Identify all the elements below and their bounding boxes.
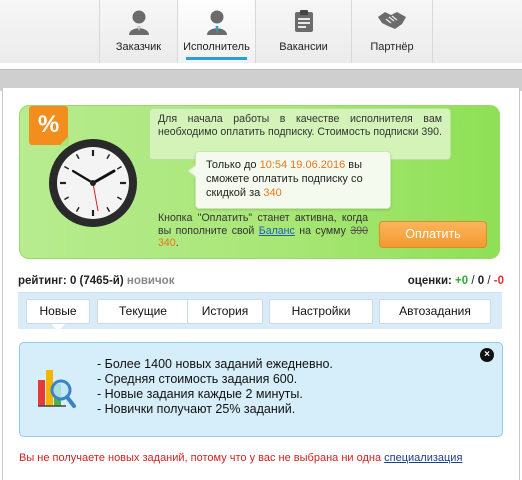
list-item: - Новички получают 25% заданий. [97,402,296,416]
clock-icon [48,138,138,231]
nav-tab-customer[interactable]: Заказчик [99,0,177,63]
subtab-new[interactable]: Новые [26,299,90,331]
subtab-settings[interactable]: Настройки [269,299,373,324]
offer-price: 340 [263,187,282,199]
active-tab-underline [186,57,247,60]
scores-label: оценки: [407,275,452,287]
warning-text: Вы не получаете новых заданий, потому чт… [19,452,385,464]
rating-status: новичок [126,275,175,287]
rating-line: рейтинг: 0 (7465-й) новичок [18,275,174,287]
list-item: - Средняя стоимость задания 600. [97,372,298,386]
nav-tabs: Заказчик Исполнитель Вакансии Партнёр [99,0,433,63]
nav-tab-label: Партнёр [370,41,414,53]
subtab-autotasks[interactable]: Автозадания [379,299,491,324]
balance-link[interactable]: Баланс [259,225,295,237]
customer-user-icon [127,9,151,38]
scores-positive: +0 [455,275,469,287]
nav-tab-label: Заказчик [115,41,162,53]
nav-tab-vacancies[interactable]: Вакансии [255,0,351,63]
partner-handshake-icon [377,9,407,34]
specialization-link[interactable]: специализация [384,452,462,464]
task-subtabs: Новые Текущие История Настройки Автозада… [18,292,502,331]
subtab-current[interactable]: Текущие [97,299,189,324]
benefits-list: - Более 1400 новых заданий ежедневно. - … [97,357,333,417]
scores-separator: / [468,275,478,287]
nav-tab-performer[interactable]: Исполнитель [177,0,255,63]
nav-tab-label: Вакансии [279,41,328,53]
performer-user-icon [205,9,229,38]
new-price: 340 [158,237,176,249]
vacancies-clipboard-icon [293,9,315,36]
pay-note-middle: на сумму [294,224,351,237]
pay-note-suffix: . [175,237,179,249]
subtab-history[interactable]: История [187,299,263,324]
nav-tab-label: Исполнитель [183,41,250,53]
offer-deadline: 10:54 19.06.2016 [259,159,346,171]
bar-chart-magnifier-icon [36,362,76,415]
close-icon[interactable]: × [480,348,494,362]
scores-line: оценки: +0 / 0 / -0 [408,275,504,287]
top-navigation: Заказчик Исполнитель Вакансии Партнёр [0,0,522,63]
old-price: 390 [350,224,368,237]
no-specialization-warning: Вы не получаете новых заданий, потому чт… [19,452,462,464]
scores-separator: / [484,275,494,287]
nav-tab-partner[interactable]: Партнёр [351,0,433,63]
pay-button-note: Кнопка "Оплатить" станет активна, когда … [158,212,368,250]
offer-prefix: Только до [206,159,260,171]
discount-offer-callout: Только до 10:54 19.06.2016 вы сможете оп… [187,151,391,209]
scores-negative: -0 [493,275,504,287]
pay-button[interactable]: Оплатить [379,221,487,248]
rating-label: рейтинг: 0 (7465-й) [18,275,124,287]
list-item: - Новые задания каждые 2 минуты. [97,387,303,401]
list-item: - Более 1400 новых заданий ежедневно. [97,357,333,371]
